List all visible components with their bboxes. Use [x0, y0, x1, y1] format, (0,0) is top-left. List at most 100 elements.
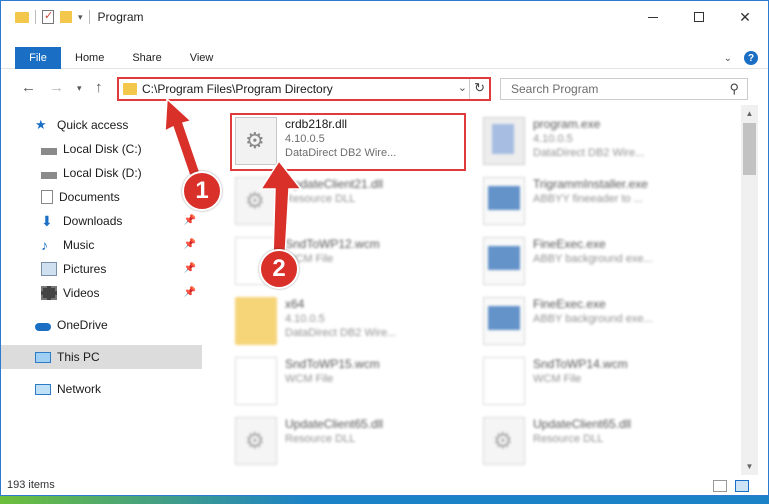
address-path[interactable]: C:\Program Files\Program Directory — [142, 82, 333, 96]
drive-icon — [41, 171, 57, 179]
step-badge-2: 2 — [259, 249, 299, 289]
sidebar-item-label: Music — [63, 238, 95, 252]
address-row: ← → ▾ ↑ C:\Program Files\Program Directo… — [1, 75, 768, 103]
search-input[interactable]: Search Program ⚲ — [500, 78, 748, 100]
videos-icon — [41, 286, 57, 300]
file-name: UpdateClient65.dll — [285, 417, 384, 431]
tab-view[interactable]: View — [176, 47, 228, 69]
annotation-arrow-2 — [259, 159, 303, 258]
new-folder-icon[interactable] — [60, 11, 72, 23]
file-type: WCM File — [285, 373, 334, 385]
tab-home[interactable]: Home — [61, 47, 118, 69]
sidebar-item-this-pc[interactable]: This PC — [1, 345, 202, 369]
help-icon[interactable]: ? — [744, 51, 758, 65]
file-item[interactable]: FineExec.exe ABBY background exe... — [477, 231, 717, 291]
sidebar-item-label: Local Disk (C:) — [63, 142, 142, 156]
file-item[interactable]: TrigrammInstaller.exe ABBYY fineeader to… — [477, 171, 717, 231]
dll-file-icon — [235, 417, 277, 465]
explorer-window: ▾ Program ✕ File Home Share View ⌄ ? ← →… — [0, 0, 769, 496]
scroll-down-icon[interactable]: ▼ — [741, 458, 758, 475]
application-icon — [483, 237, 525, 285]
vertical-scrollbar[interactable]: ▲ ▼ — [741, 105, 758, 475]
item-count: 193 items — [7, 479, 55, 491]
file-name: program.exe — [533, 117, 601, 131]
expand-ribbon-chevron-icon[interactable]: ⌄ — [724, 53, 732, 64]
sidebar-item-label: This PC — [57, 350, 100, 364]
properties-icon[interactable] — [42, 9, 54, 24]
sidebar-item-label: Quick access — [57, 118, 129, 132]
pictures-icon — [41, 262, 57, 276]
desktop-background — [0, 496, 769, 504]
back-arrow-icon[interactable]: ← — [21, 79, 36, 96]
sidebar-item-music[interactable]: ♪ Music 📌 — [1, 233, 202, 257]
close-button[interactable]: ✕ — [722, 1, 768, 33]
window-title: Program — [97, 10, 144, 24]
maximize-button[interactable] — [676, 1, 722, 33]
application-icon — [483, 297, 525, 345]
pin-icon[interactable]: 📌 — [184, 263, 196, 274]
sidebar-item-downloads[interactable]: ⬇ Downloads 📌 — [1, 209, 202, 233]
sidebar-item-label: Downloads — [63, 214, 123, 228]
file-item[interactable]: UpdateClient65.dll Resource DLL — [229, 411, 469, 471]
file-description: ABBY background exe... — [533, 253, 653, 265]
application-icon — [483, 177, 525, 225]
sidebar-item-label: OneDrive — [57, 318, 108, 332]
recent-chevron-down-icon[interactable]: ▾ — [77, 83, 82, 94]
window-controls: ✕ — [630, 1, 768, 33]
search-icon[interactable]: ⚲ — [729, 81, 739, 97]
drive-icon — [41, 147, 57, 155]
sidebar-item-label: Pictures — [63, 262, 107, 276]
details-view-icon[interactable] — [713, 480, 727, 492]
file-name: SndToWP15.wcm — [285, 357, 380, 371]
sidebar-item-onedrive[interactable]: OneDrive — [1, 313, 202, 337]
file-name: SndToWP14.wcm — [533, 357, 628, 371]
pin-icon[interactable]: 📌 — [184, 287, 196, 298]
scroll-up-icon[interactable]: ▲ — [741, 105, 758, 122]
file-name: FineExec.exe — [533, 297, 606, 311]
tab-file[interactable]: File — [15, 46, 61, 69]
file-item[interactable]: FineExec.exe ABBY background exe... — [477, 291, 717, 351]
file-item[interactable]: program.exe 4.10.0.5 DataDirect DB2 Wire… — [477, 111, 717, 171]
file-type: Resource DLL — [533, 433, 604, 445]
close-icon: ✕ — [739, 8, 751, 25]
cloud-icon — [35, 323, 51, 331]
download-icon: ⬇ — [41, 213, 53, 229]
folder-icon — [235, 297, 277, 345]
document-file-icon — [483, 357, 525, 405]
sidebar-item-label: Local Disk (D:) — [63, 166, 142, 180]
exe-file-icon — [483, 117, 525, 165]
file-description: DataDirect DB2 Wire... — [285, 327, 397, 339]
sidebar-item-network[interactable]: Network — [1, 377, 202, 401]
tab-share[interactable]: Share — [118, 47, 175, 69]
ribbon-right: ⌄ ? — [724, 51, 758, 65]
folder-icon — [15, 11, 29, 23]
file-description: ABBY background exe... — [533, 313, 653, 325]
file-name: UpdateClient65.dll — [533, 417, 632, 431]
sidebar-item-pictures[interactable]: Pictures 📌 — [1, 257, 202, 281]
minimize-icon — [648, 16, 658, 18]
music-icon: ♪ — [41, 237, 48, 253]
network-icon — [35, 384, 51, 395]
customize-chevron-down-icon[interactable]: ▾ — [78, 12, 83, 23]
scroll-thumb[interactable] — [743, 123, 756, 175]
up-arrow-icon[interactable]: ↑ — [95, 79, 103, 96]
sidebar-item-videos[interactable]: Videos 📌 — [1, 281, 202, 305]
document-file-icon — [235, 357, 277, 405]
address-history-chevron-down-icon[interactable]: ⌄ — [458, 81, 467, 94]
file-item[interactable]: SndToWP15.wcm WCM File — [229, 351, 469, 411]
file-item[interactable]: x64 4.10.0.5 DataDirect DB2 Wire... — [229, 291, 469, 351]
tiles-view-icon[interactable] — [735, 480, 749, 492]
file-description: ABBYY fineeader to ... — [533, 193, 643, 205]
forward-arrow-icon[interactable]: → — [49, 79, 64, 96]
minimize-button[interactable] — [630, 1, 676, 33]
file-version: 4.10.0.5 — [533, 133, 573, 145]
file-name: FineExec.exe — [533, 237, 606, 251]
maximize-icon — [694, 12, 704, 22]
pin-icon[interactable]: 📌 — [184, 239, 196, 250]
file-item[interactable]: SndToWP14.wcm WCM File — [477, 351, 717, 411]
sidebar-item-label: Videos — [63, 286, 100, 300]
refresh-icon[interactable]: ↻ — [474, 80, 485, 96]
pin-icon[interactable]: 📌 — [184, 215, 196, 226]
sidebar-item-label: Documents — [59, 190, 120, 204]
file-item[interactable]: UpdateClient65.dll Resource DLL — [477, 411, 717, 471]
